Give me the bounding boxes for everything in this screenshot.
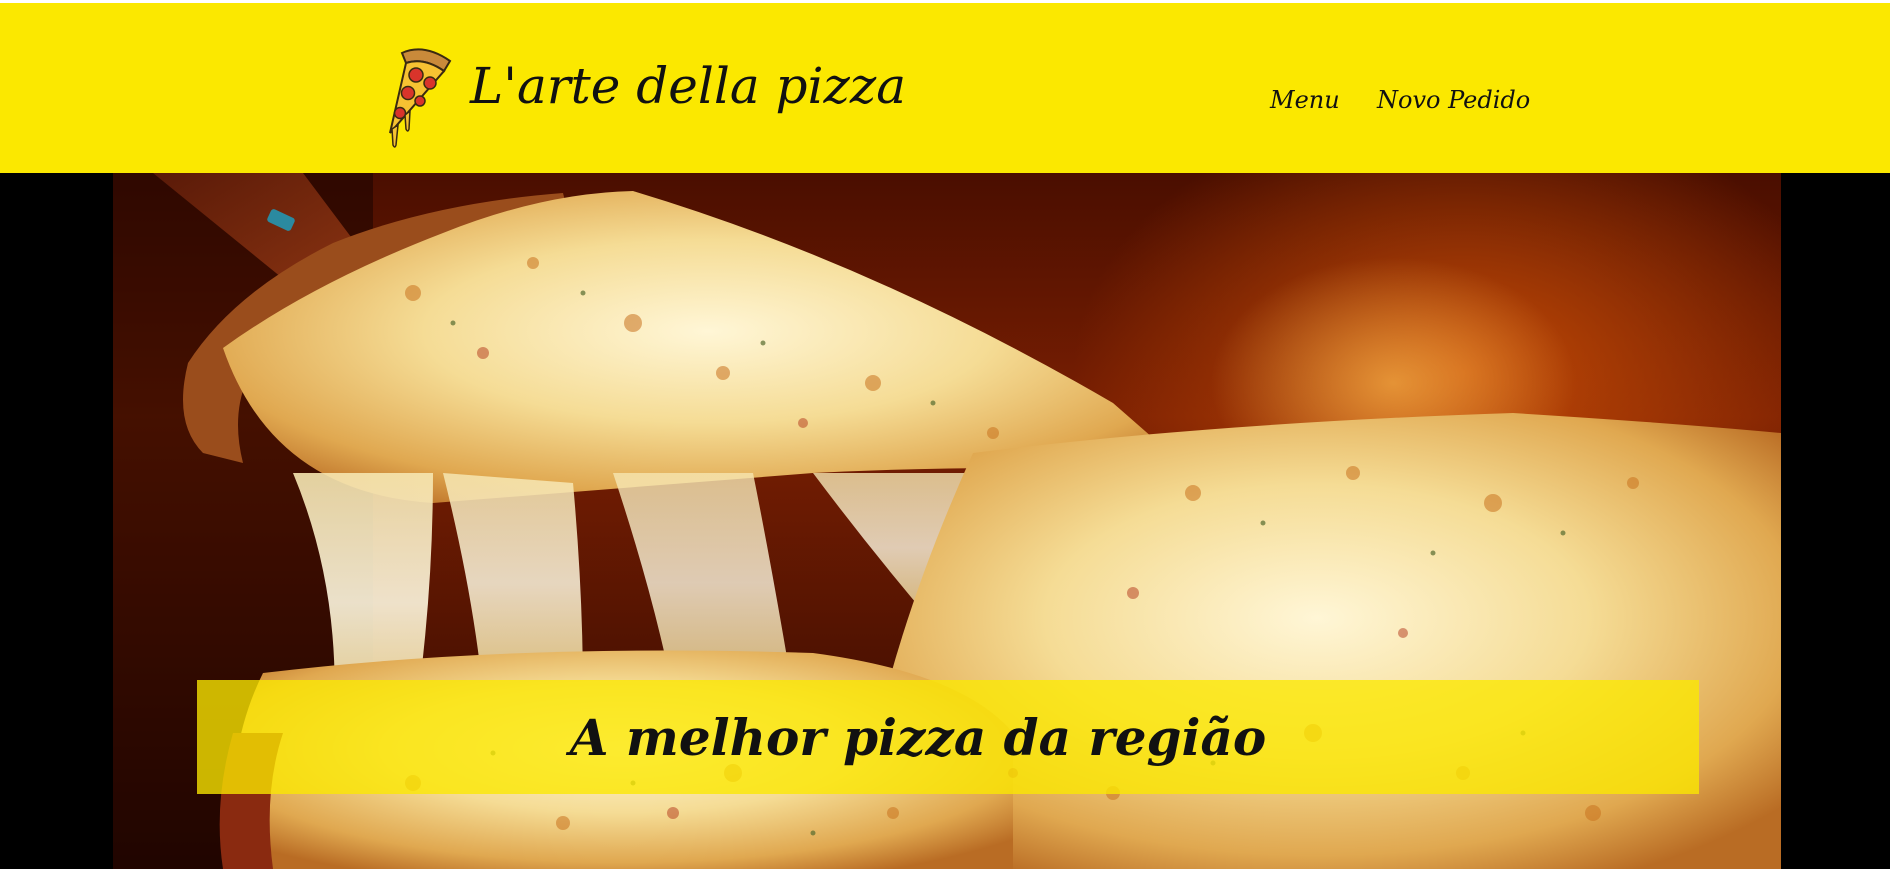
- hero-banner: A melhor pizza da região: [197, 680, 1699, 794]
- hero-section: A melhor pizza da região: [0, 173, 1890, 869]
- hero-banner-text: A melhor pizza da região: [569, 707, 1267, 767]
- pizza-slice-icon[interactable]: [372, 41, 456, 153]
- site-title[interactable]: L'arte della pizza: [470, 61, 906, 111]
- nav-link-novo-pedido[interactable]: Novo Pedido: [1377, 88, 1530, 112]
- nav-link-menu[interactable]: Menu: [1270, 88, 1340, 112]
- site-header: L'arte della pizza Menu Novo Pedido: [0, 3, 1890, 173]
